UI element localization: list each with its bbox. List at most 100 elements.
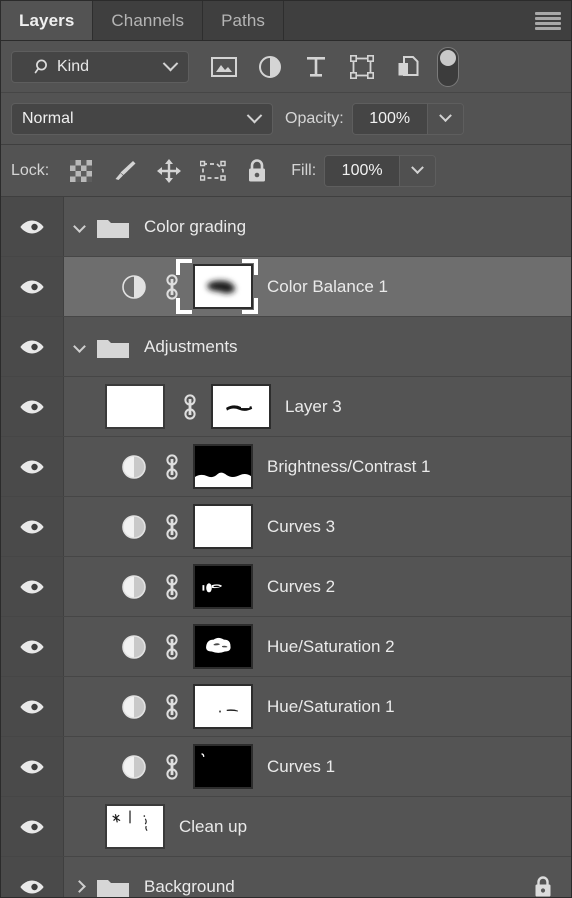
layer-mask-link-icon[interactable] [163, 453, 181, 481]
blend-mode-dropdown[interactable]: Normal [11, 102, 273, 135]
layer-mask-link-icon[interactable] [181, 393, 199, 421]
lock-image-pixels-button[interactable] [103, 152, 147, 190]
layer-mask-link-icon[interactable] [163, 753, 181, 781]
layer-mask-thumbnail[interactable] [193, 444, 253, 489]
table-row[interactable]: Clean up [1, 797, 571, 857]
layer-mask-thumbnail[interactable] [193, 504, 253, 549]
layer-name[interactable]: Curves 1 [267, 757, 335, 777]
tab-layers[interactable]: Layers [1, 1, 94, 40]
fill-value[interactable]: 100% [325, 155, 400, 186]
layer-name[interactable]: Adjustments [144, 337, 238, 357]
layer-mask-thumbnail[interactable] [193, 624, 253, 669]
layer-list[interactable]: Color grading Color Balance 1 Adjustment… [1, 197, 571, 897]
layer-mask-thumbnail-wrap[interactable] [176, 259, 258, 314]
table-row[interactable]: Brightness/Contrast 1 [1, 437, 571, 497]
table-row[interactable]: Layer 3 [1, 377, 571, 437]
layer-visibility-toggle[interactable] [1, 737, 64, 796]
opacity-field[interactable]: 100% [351, 102, 464, 135]
adjustment-layer-icon[interactable] [121, 274, 147, 300]
tab-paths[interactable]: Paths [203, 1, 285, 40]
layer-mask-link-icon[interactable] [163, 513, 181, 541]
layer-mask-thumbnail[interactable] [193, 264, 253, 309]
layer-name[interactable]: Hue/Saturation 2 [267, 637, 395, 657]
layer-name[interactable]: Brightness/Contrast 1 [267, 457, 430, 477]
layer-lock-icon[interactable] [533, 875, 553, 898]
layer-visibility-toggle[interactable] [1, 257, 64, 316]
table-row[interactable]: Color Balance 1 [1, 257, 571, 317]
layer-visibility-toggle[interactable] [1, 557, 64, 616]
table-row[interactable]: Curves 1 [1, 737, 571, 797]
table-row[interactable]: Background [1, 857, 571, 897]
layer-name[interactable]: Color Balance 1 [267, 277, 388, 297]
layer-mask-thumbnail[interactable] [193, 684, 253, 729]
lock-nesting-button[interactable] [191, 152, 235, 190]
adjustment-layer-icon[interactable] [121, 514, 147, 540]
layer-mask-thumbnail[interactable] [211, 384, 271, 429]
layer-row-body[interactable]: Hue/Saturation 2 [64, 617, 571, 676]
layer-mask-link-icon[interactable] [163, 273, 181, 301]
layer-visibility-toggle[interactable] [1, 677, 64, 736]
table-row[interactable]: Color grading [1, 197, 571, 257]
group-expand-toggle[interactable] [72, 340, 86, 353]
layer-thumbnail[interactable] [105, 384, 165, 429]
layer-name[interactable]: Hue/Saturation 1 [267, 697, 395, 717]
layer-visibility-toggle[interactable] [1, 197, 64, 256]
lock-transparent-pixels-button[interactable] [59, 152, 103, 190]
layer-row-body[interactable]: Curves 2 [64, 557, 571, 616]
layer-name[interactable]: Curves 3 [267, 517, 335, 537]
filter-shape-layers-button[interactable] [339, 47, 385, 87]
adjustment-layer-icon[interactable] [121, 454, 147, 480]
filter-adjustment-layers-button[interactable] [247, 47, 293, 87]
opacity-stepper-button[interactable] [426, 103, 463, 134]
layer-mask-link-icon[interactable] [163, 693, 181, 721]
layer-visibility-toggle[interactable] [1, 857, 64, 897]
layer-row-body[interactable]: Curves 3 [64, 497, 571, 556]
adjustment-layer-icon[interactable] [121, 574, 147, 600]
layer-row-body[interactable]: Adjustments [64, 317, 571, 376]
layer-row-body[interactable]: Curves 1 [64, 737, 571, 796]
layer-row-body[interactable]: Color grading [64, 197, 571, 256]
layer-name[interactable]: Background [144, 877, 235, 897]
table-row[interactable]: Hue/Saturation 2 [1, 617, 571, 677]
adjustment-layer-icon[interactable] [121, 634, 147, 660]
fill-field[interactable]: 100% [324, 154, 437, 187]
filter-type-layers-button[interactable] [293, 47, 339, 87]
filter-pixel-layers-button[interactable] [201, 47, 247, 87]
filter-smart-objects-button[interactable] [385, 47, 431, 87]
layer-visibility-toggle[interactable] [1, 497, 64, 556]
layer-mask-thumbnail[interactable] [193, 564, 253, 609]
layer-mask-link-icon[interactable] [163, 633, 181, 661]
layer-mask-link-icon[interactable] [163, 573, 181, 601]
lock-position-button[interactable] [147, 152, 191, 190]
table-row[interactable]: Adjustments [1, 317, 571, 377]
table-row[interactable]: Curves 2 [1, 557, 571, 617]
filter-kind-dropdown[interactable]: Kind [11, 50, 189, 83]
layer-mask-thumbnail[interactable] [193, 744, 253, 789]
layer-row-body[interactable]: Background [64, 857, 571, 897]
layer-visibility-toggle[interactable] [1, 317, 64, 376]
adjustment-layer-icon[interactable] [121, 694, 147, 720]
group-expand-toggle[interactable] [72, 220, 86, 233]
layer-name[interactable]: Layer 3 [285, 397, 342, 417]
fill-stepper-button[interactable] [399, 155, 436, 186]
opacity-value[interactable]: 100% [352, 103, 427, 134]
table-row[interactable]: Hue/Saturation 1 [1, 677, 571, 737]
table-row[interactable]: Curves 3 [1, 497, 571, 557]
layer-name[interactable]: Clean up [179, 817, 247, 837]
tab-channels[interactable]: Channels [93, 1, 204, 40]
adjustment-layer-icon[interactable] [121, 754, 147, 780]
filter-enable-toggle[interactable] [437, 46, 459, 87]
layer-row-body[interactable]: Color Balance 1 [64, 257, 571, 316]
layer-thumbnail[interactable] [105, 804, 165, 849]
lock-all-button[interactable] [235, 152, 279, 190]
hamburger-menu-icon[interactable] [535, 11, 561, 30]
layer-visibility-toggle[interactable] [1, 437, 64, 496]
layer-row-body[interactable]: Hue/Saturation 1 [64, 677, 571, 736]
layer-visibility-toggle[interactable] [1, 377, 64, 436]
layer-row-body[interactable]: Clean up [64, 797, 571, 856]
layer-name[interactable]: Curves 2 [267, 577, 335, 597]
layer-row-body[interactable]: Brightness/Contrast 1 [64, 437, 571, 496]
group-expand-toggle[interactable] [72, 880, 86, 893]
layer-visibility-toggle[interactable] [1, 617, 64, 676]
layer-row-body[interactable]: Layer 3 [64, 377, 571, 436]
